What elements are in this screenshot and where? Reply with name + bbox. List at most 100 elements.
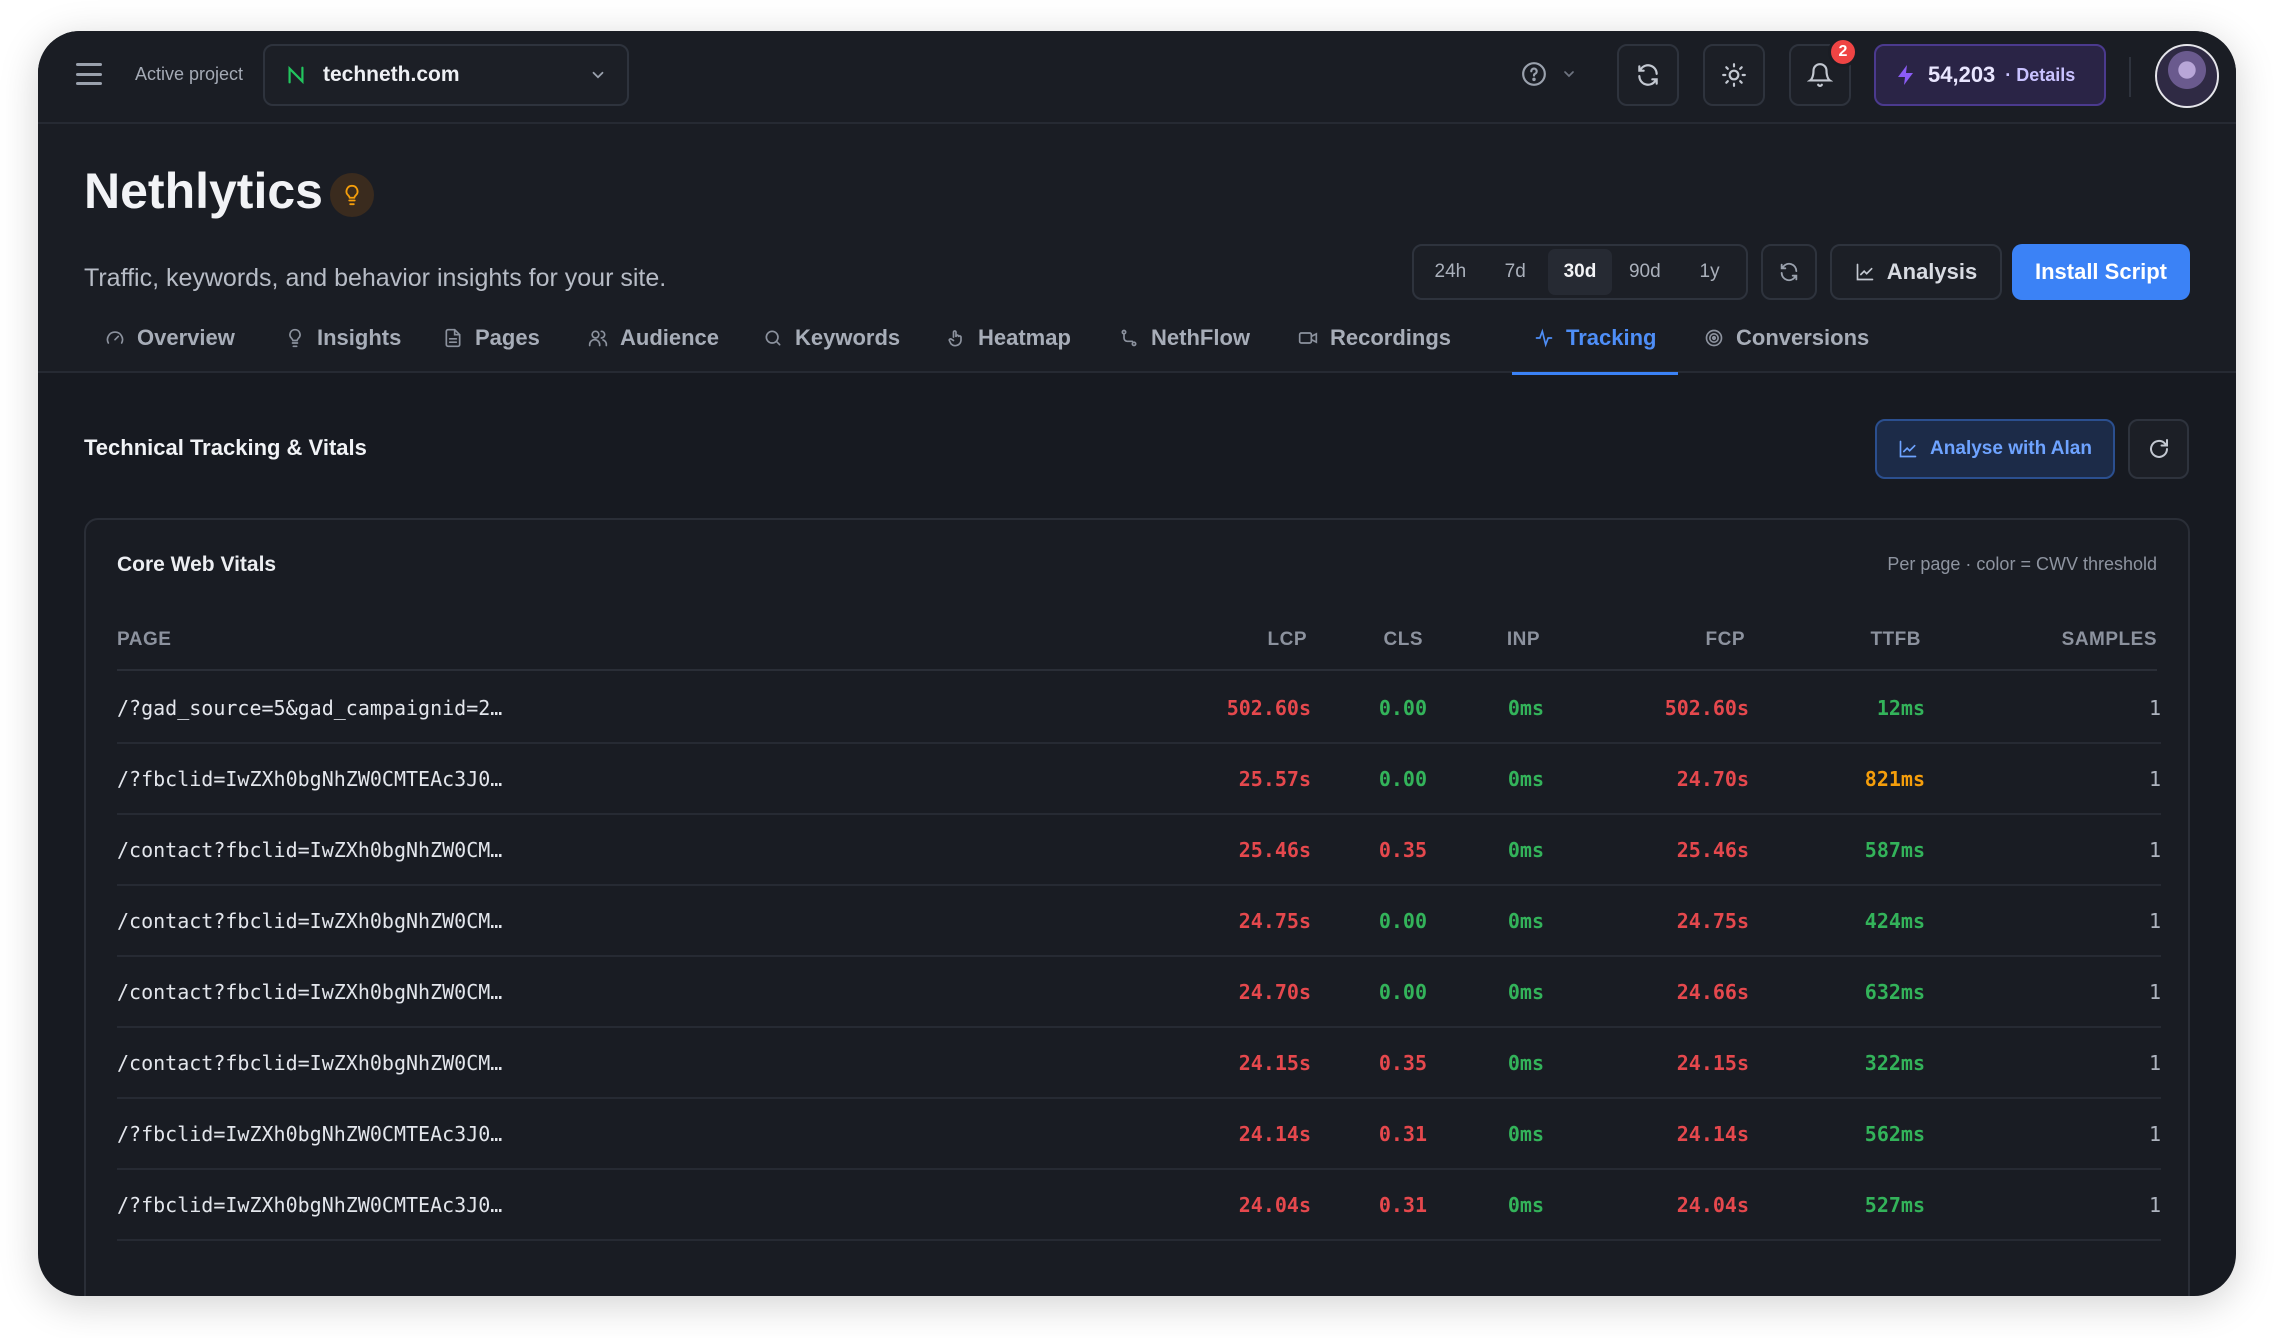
page-path-cell: /?gad_source=5&gad_campaignid=2… — [117, 695, 503, 720]
tab-label: Pages — [475, 325, 540, 350]
column-header-fcp[interactable]: FCP — [1706, 629, 1746, 651]
tab-keywords[interactable]: Keywords — [763, 303, 900, 373]
flow-icon — [1121, 329, 1137, 347]
inp-cell: 0ms — [1507, 766, 1544, 791]
column-header-ttfb[interactable]: TTFB — [1870, 629, 1921, 651]
lcp-cell: 25.46s — [1238, 837, 1311, 862]
page-path-cell: /?fbclid=IwZXh0bgNhZW0CMTEAc3J0… — [117, 1192, 503, 1217]
tab-insights[interactable]: Insights — [285, 303, 401, 373]
analysis-button[interactable]: Analysis — [1830, 244, 2002, 300]
ttfb-cell: 562ms — [1864, 1121, 1925, 1146]
page-path-cell: /contact?fbclid=IwZXh0bgNhZW0CM… — [117, 908, 503, 933]
tab-tracking[interactable]: Tracking — [1511, 303, 1680, 375]
lcp-cell: 24.75s — [1238, 908, 1311, 933]
tab-label: Recordings — [1330, 325, 1452, 350]
inp-cell: 0ms — [1507, 1121, 1544, 1146]
range-30d[interactable]: 30d — [1547, 249, 1613, 295]
lcp-cell: 24.14s — [1238, 1121, 1311, 1146]
file-icon — [445, 328, 461, 348]
tab-recordings[interactable]: Recordings — [1298, 303, 1451, 373]
tab-label: Keywords — [795, 325, 901, 350]
card-title: Core Web Vitals — [117, 553, 277, 576]
tab-bar: Overview Insights Pages Audience Keyword… — [38, 303, 2236, 375]
samples-cell: 1 — [2148, 837, 2161, 862]
section-refresh-button[interactable] — [2128, 419, 2189, 479]
lightbulb-icon[interactable] — [330, 173, 374, 217]
project-logo-icon — [288, 65, 304, 85]
cls-cell: 0.00 — [1378, 695, 1427, 720]
project-select[interactable]: techneth.com — [263, 44, 629, 106]
page-path-cell: /?fbclid=IwZXh0bgNhZW0CMTEAc3J0… — [117, 1121, 503, 1146]
gauge-icon — [106, 331, 124, 344]
fcp-cell: 25.46s — [1676, 837, 1749, 862]
table-row[interactable]: /?fbclid=IwZXh0bgNhZW0CMTEAc3J0… 24.04s 0.… — [117, 1168, 2161, 1241]
tab-label: Audience — [620, 325, 720, 350]
install-script-button[interactable]: Install Script — [2012, 244, 2190, 300]
column-header-samples[interactable]: SAMPLES — [2062, 629, 2157, 651]
tab-label: Conversions — [1736, 325, 1870, 350]
ttfb-cell: 527ms — [1864, 1192, 1925, 1217]
column-header-inp[interactable]: INP — [1507, 629, 1540, 651]
notifications-button[interactable]: 2 — [1789, 37, 1858, 106]
tab-nethflow[interactable]: NethFlow — [1119, 303, 1250, 373]
lightbulb-icon — [289, 328, 301, 348]
range-7d[interactable]: 7d — [1483, 249, 1548, 295]
cls-cell: 0.35 — [1378, 837, 1427, 862]
sync-button[interactable] — [1617, 44, 1679, 106]
inp-cell: 0ms — [1507, 837, 1544, 862]
page-title: Nethlytics — [84, 163, 323, 219]
tab-pages[interactable]: Pages — [443, 303, 540, 373]
table-row[interactable]: /contact?fbclid=IwZXh0bgNhZW0CM… 24.15s 0.… — [117, 1026, 2161, 1099]
inp-cell: 0ms — [1507, 695, 1544, 720]
tab-conversions[interactable]: Conversions — [1704, 303, 1869, 373]
lcp-cell: 24.15s — [1238, 1050, 1311, 1075]
table-row[interactable]: /?fbclid=IwZXh0bgNhZW0CMTEAc3J0… 24.14s 0.… — [117, 1097, 2161, 1170]
samples-cell: 1 — [2148, 695, 2161, 720]
table-row[interactable]: /contact?fbclid=IwZXh0bgNhZW0CM… 24.70s 0.… — [117, 955, 2161, 1028]
range-1y[interactable]: 1y — [1677, 249, 1742, 295]
column-header-cls[interactable]: CLS — [1384, 629, 1424, 651]
fcp-cell: 24.75s — [1676, 908, 1749, 933]
core-web-vitals-card: Core Web Vitals Per page · color = CWV t… — [84, 518, 2190, 1296]
column-header-lcp[interactable]: LCP — [1268, 629, 1308, 651]
range-24h[interactable]: 24h — [1418, 249, 1483, 295]
page-subtitle: Traffic, keywords, and behavior insights… — [84, 264, 667, 292]
samples-cell: 1 — [2148, 766, 2161, 791]
tab-label: Heatmap — [978, 325, 1071, 350]
menu-icon[interactable] — [76, 63, 102, 85]
help-menu[interactable] — [1521, 61, 1577, 87]
tab-label: Tracking — [1566, 325, 1657, 350]
lcp-cell: 24.04s — [1238, 1192, 1311, 1217]
cls-cell: 0.31 — [1378, 1192, 1427, 1217]
samples-cell: 1 — [2148, 1192, 2161, 1217]
section-title: Technical Tracking & Vitals — [84, 435, 367, 460]
sun-icon — [1722, 63, 1746, 87]
cls-cell: 0.00 — [1378, 979, 1427, 1004]
search-icon — [765, 330, 781, 346]
fcp-cell: 502.60s — [1664, 695, 1749, 720]
avatar[interactable] — [2155, 44, 2219, 108]
range-90d[interactable]: 90d — [1612, 249, 1677, 295]
cls-cell: 0.31 — [1378, 1121, 1427, 1146]
lcp-cell: 25.57s — [1238, 766, 1311, 791]
bell-icon — [1807, 63, 1833, 87]
tab-heatmap[interactable]: Heatmap — [946, 303, 1071, 373]
fcp-cell: 24.14s — [1676, 1121, 1749, 1146]
refresh-icon — [1780, 262, 1798, 282]
table-row[interactable]: /contact?fbclid=IwZXh0bgNhZW0CM… 25.46s 0.… — [117, 813, 2161, 886]
refresh-button[interactable] — [1761, 244, 1817, 300]
target-icon — [1705, 329, 1723, 347]
theme-toggle-button[interactable] — [1703, 44, 1765, 106]
tab-overview[interactable]: Overview — [105, 303, 235, 373]
table-row[interactable]: /?gad_source=5&gad_campaignid=2… 502.60s 0… — [117, 671, 2161, 744]
tab-audience[interactable]: Audience — [588, 303, 719, 373]
ttfb-cell: 322ms — [1864, 1050, 1925, 1075]
analyse-with-alan-button[interactable]: Analyse with Alan — [1875, 419, 2115, 479]
inp-cell: 0ms — [1507, 979, 1544, 1004]
cls-cell: 0.00 — [1378, 766, 1427, 791]
column-header-page[interactable]: PAGE — [117, 629, 171, 651]
table-row[interactable]: /?fbclid=IwZXh0bgNhZW0CMTEAc3J0… 25.57s 0.… — [117, 742, 2161, 815]
inp-cell: 0ms — [1507, 908, 1544, 933]
table-row[interactable]: /contact?fbclid=IwZXh0bgNhZW0CM… 24.75s 0.… — [117, 884, 2161, 957]
credits-button[interactable]: 54,203 · Details — [1874, 44, 2106, 106]
